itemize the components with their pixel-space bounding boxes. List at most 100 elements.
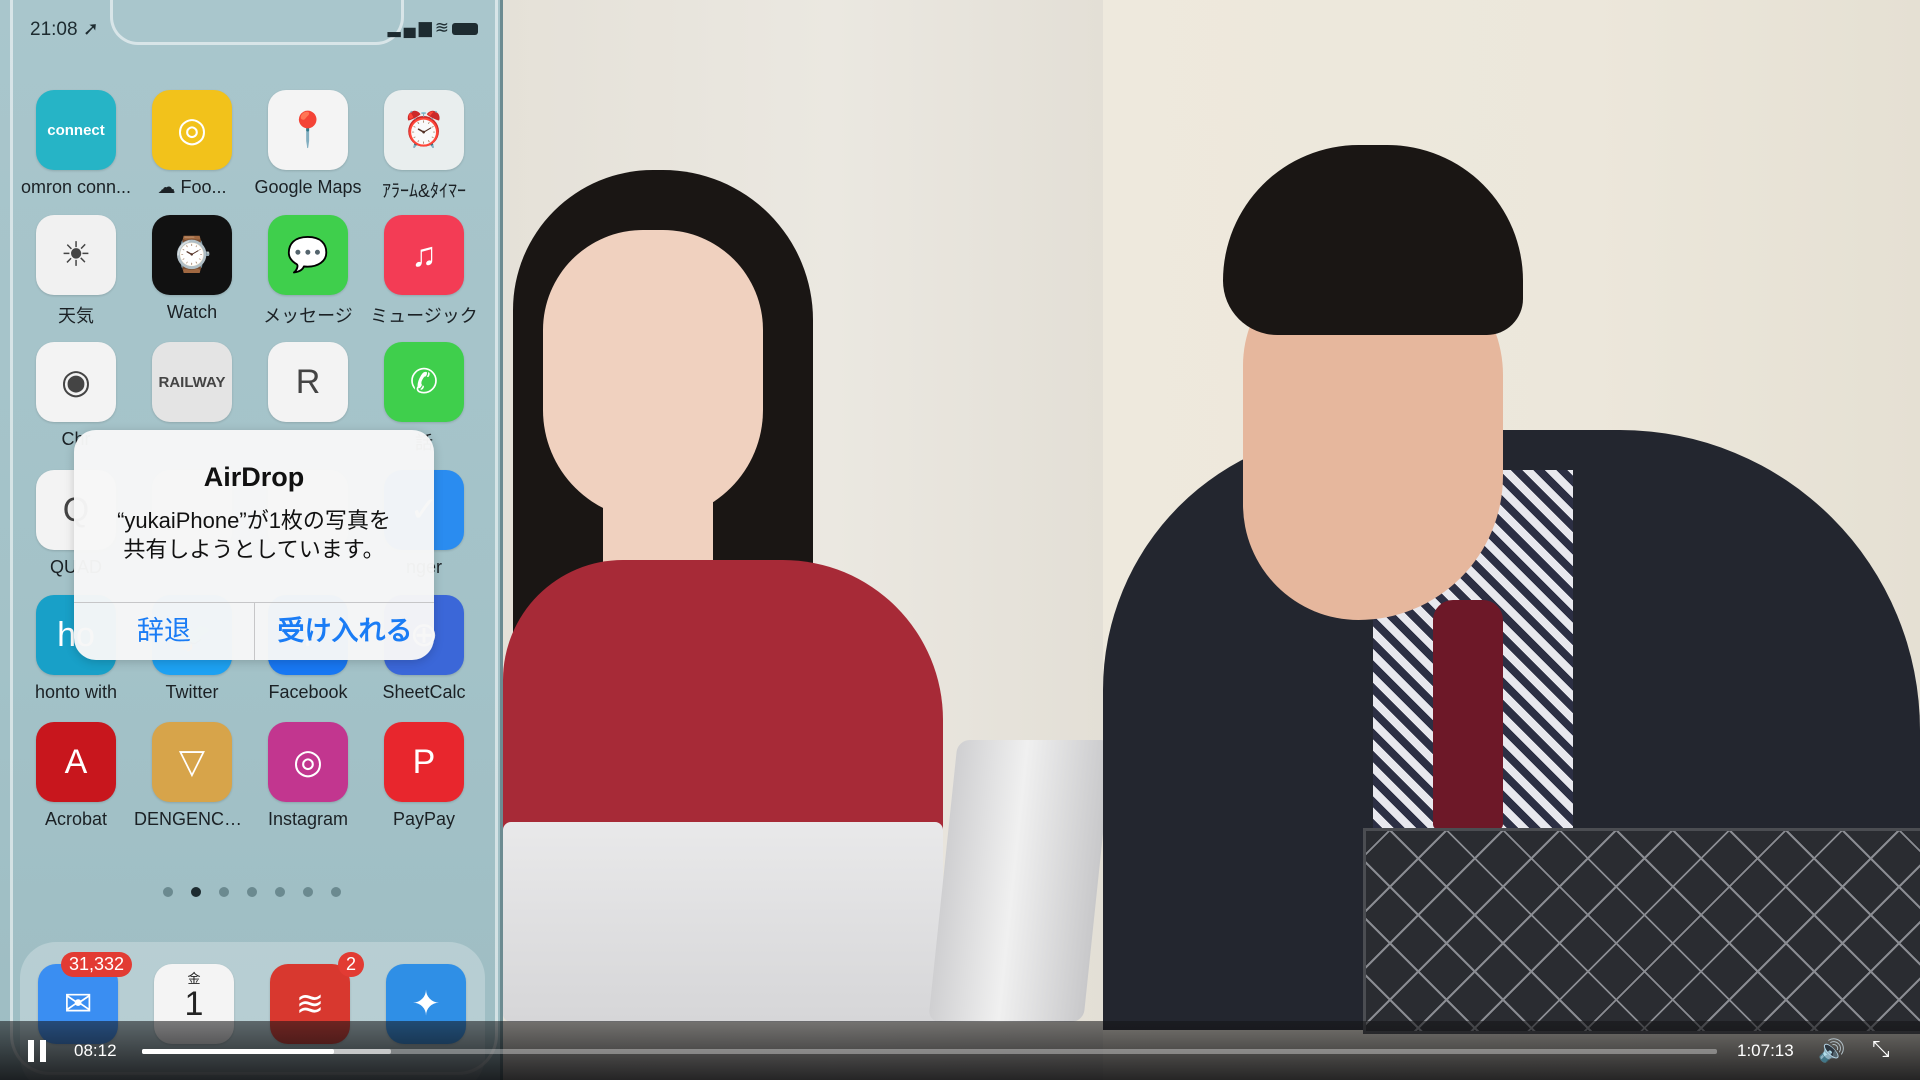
calendar-glyph: 1 [184,984,204,1023]
alert-title: AirDrop [203,462,305,492]
acrobat-glyph: A [64,742,88,781]
camera-pane-woman [503,0,1113,1080]
app-label: SheetCalc [382,682,466,702]
status-bar-time: 21:08 ➚ [30,19,99,40]
weather-icon: ☀ [36,215,116,295]
cloud-download-icon: ☁ [157,177,181,197]
page-dot[interactable] [218,887,229,897]
iphone-screen-mirror: 21:08 ➚ ▂▄▆≋ connect omron conn... ◎ ☁ Foo.… [0,0,503,1080]
app-google-maps[interactable]: 📍 Google Maps [250,90,366,198]
watch-icon: ⌚ [152,215,232,295]
app-label: ミュージック [370,306,478,326]
person-hair-man [1223,145,1523,335]
app-label: Acrobat [44,809,108,829]
app-alarm-clock[interactable]: ⏰ ｱﾗｰﾑ&ﾀｲﾏｰ [366,90,482,203]
page-indicator[interactable] [0,884,500,902]
todoist-glyph: ≋ [295,985,325,1023]
safari-glyph: ✦ [411,985,441,1023]
app-label: DENGENCAFE [134,809,250,829]
food-app-icon: ◎ [152,90,232,170]
railway-map-icon: RAILWAY [152,342,232,422]
app-shopping-bag[interactable]: R [250,342,366,429]
notification-badge: 2 [337,952,364,977]
video-player-controls: 08:12 1:07:13 🔊 ⤡ [0,1021,1920,1080]
location-arrow-icon: ➚ [77,19,99,40]
app-music[interactable]: ♫ ミュージック [366,215,482,328]
app-label: PayPay [392,809,456,829]
app-messages[interactable]: 💬 メッセージ [250,215,366,328]
omron-connect-icon: connect [36,90,116,170]
app-dengencafe[interactable]: ▽ DENGENCAFE [134,722,250,830]
railway-map-glyph: RAILWAY [158,373,226,391]
page-dot[interactable] [190,887,201,897]
chrome-glyph: ◉ [61,363,91,401]
total-duration: 1:07:13 [1737,1041,1794,1060]
page-dot[interactable] [162,887,173,897]
calendar-weekday: 金 [187,971,201,986]
app-label: ｱﾗｰﾑ&ﾀｲﾏｰ [381,181,466,201]
signal-icon: ▂▄▆ [387,18,435,37]
wifi-icon: ≋ [434,18,452,37]
alert-message: “yukaiPhone”が1枚の写真を 共有しようとしています。 [94,506,414,564]
page-dot[interactable] [302,887,313,897]
messages-icon: 💬 [268,215,348,295]
alarm-clock-icon: ⏰ [384,90,464,170]
app-label: Google Maps [254,177,362,197]
battery-icon [452,22,478,35]
page-dot[interactable] [274,887,285,897]
volume-icon[interactable]: 🔊 [1818,1038,1845,1064]
page-dot[interactable] [246,887,257,897]
phone-notch [110,0,404,45]
messages-glyph: 💬 [286,236,330,274]
google-maps-glyph: 📍 [286,111,330,149]
camera-feed [503,0,1920,1080]
weather-glyph: ☀ [60,236,92,274]
app-watch[interactable]: ⌚ Watch [134,215,250,323]
app-paypay[interactable]: P PayPay [366,722,482,830]
person-sweater [503,560,943,860]
silver-laptop [503,822,943,1022]
watch-glyph: ⌚ [170,236,214,274]
music-glyph: ♫ [411,235,437,274]
camera-pane-man [1103,0,1920,1080]
elapsed-time: 08:12 [74,1041,117,1060]
app-weather[interactable]: ☀ 天気 [18,215,134,328]
person-tie [1433,600,1503,830]
music-icon: ♫ [384,215,464,295]
paypay-glyph: P [412,742,436,781]
app-instagram[interactable]: ◎ Instagram [250,722,366,830]
dengencafe-glyph: ▽ [178,743,206,781]
app-label: honto with [34,682,118,702]
dark-laptop [1363,828,1920,1034]
food-app-glyph: ◎ [177,111,207,149]
acrobat-icon: A [36,722,116,802]
alarm-clock-glyph: ⏰ [402,111,446,149]
app-food-app[interactable]: ◎ ☁ Foo... [134,90,250,198]
app-label: メッセージ [263,306,353,326]
app-omron-connect[interactable]: connect omron conn... [18,90,134,198]
mail-glyph: ✉ [63,985,93,1023]
accept-button[interactable]: 受け入れる [255,602,434,660]
exit-fullscreen-icon[interactable]: ⤡ [1872,1036,1890,1062]
person-face [543,230,763,520]
app-acrobat[interactable]: A Acrobat [18,722,134,830]
app-label: Instagram [267,809,349,829]
decline-button[interactable]: 辞退 [74,602,254,660]
airdrop-alert-dialog: AirDrop “yukaiPhone”が1枚の写真を 共有しようとしています。… [74,430,434,660]
status-bar-icons: ▂▄▆≋ [388,18,478,38]
shopping-bag-glyph: R [295,362,321,401]
omron-connect-glyph: connect [47,121,105,139]
instagram-icon: ◎ [268,722,348,802]
seek-bar-played [142,1049,335,1054]
seek-bar[interactable] [142,1049,1717,1054]
notification-badge: 31,332 [60,952,132,977]
page-dot[interactable] [330,887,341,897]
alert-message-line-2: 共有しようとしています。 [123,537,385,562]
paypay-icon: P [384,722,464,802]
app-label: Facebook [268,682,348,702]
app-railway-map[interactable]: RAILWAY [134,342,250,429]
tablet-device [928,740,1113,1022]
app-label: Twitter [165,682,219,702]
phone-glyph: ✆ [409,363,439,401]
pause-icon[interactable] [28,1040,48,1062]
